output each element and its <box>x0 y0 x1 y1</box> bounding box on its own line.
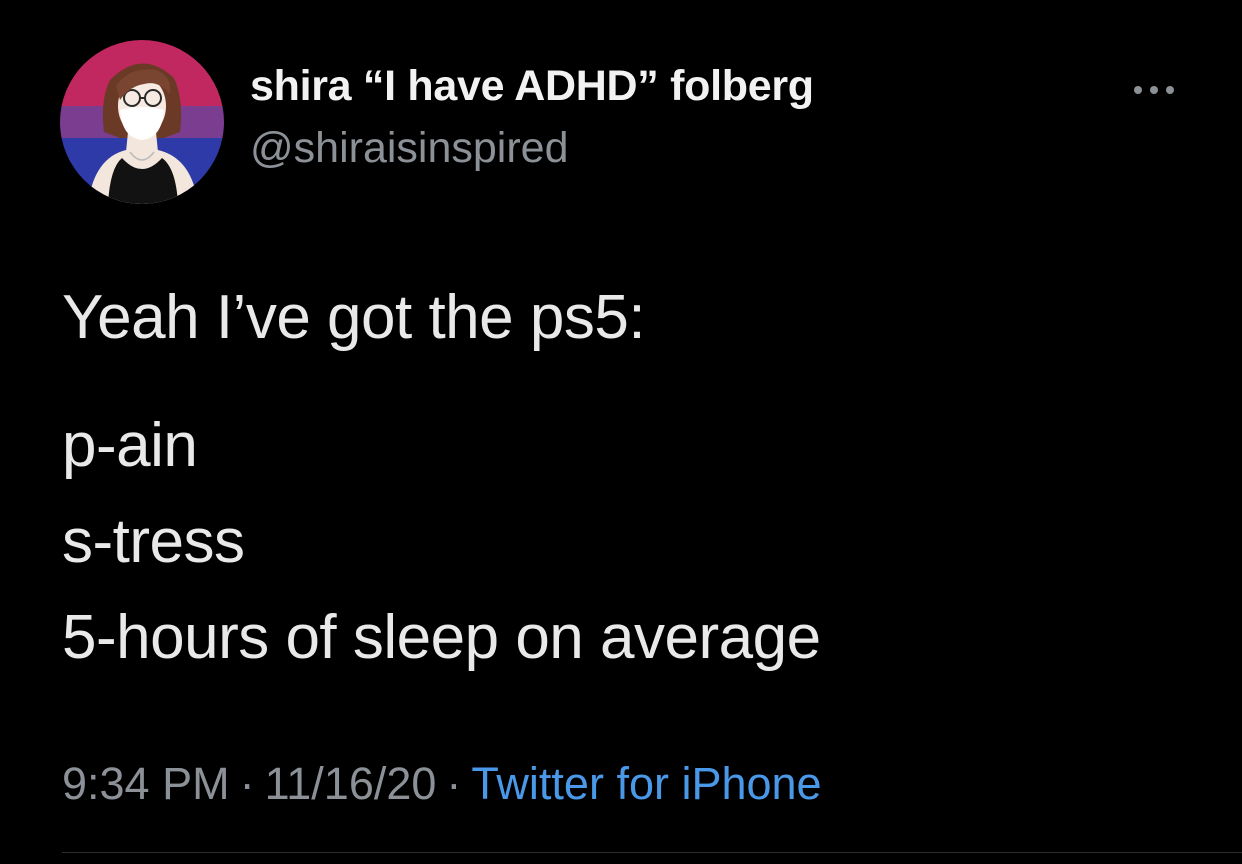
divider <box>62 852 1242 853</box>
separator-dot: · <box>446 758 462 809</box>
avatar-illustration <box>60 40 224 204</box>
tweet: shira “I have ADHD” folberg @shiraisinsp… <box>0 0 1242 864</box>
tweet-text-line: s-tress <box>62 507 245 576</box>
tweet-time[interactable]: 9:34 PM <box>62 758 230 809</box>
tweet-text-line: 5-hours of sleep on average <box>62 603 821 672</box>
display-name[interactable]: shira “I have ADHD” folberg <box>250 62 814 111</box>
more-horizontal-icon[interactable] <box>1132 80 1176 100</box>
tweet-date[interactable]: 11/16/20 <box>265 758 437 809</box>
separator-dot: · <box>239 758 255 809</box>
avatar[interactable] <box>60 40 224 204</box>
tweet-text-line: p-ain <box>62 411 198 480</box>
user-handle[interactable]: @shiraisinspired <box>250 124 569 173</box>
tweet-metadata: 9:34 PM · 11/16/20 · Twitter for iPhone <box>62 758 822 810</box>
tweet-text-line: Yeah I’ve got the ps5: <box>62 283 646 352</box>
tweet-source-link[interactable]: Twitter for iPhone <box>471 758 821 809</box>
